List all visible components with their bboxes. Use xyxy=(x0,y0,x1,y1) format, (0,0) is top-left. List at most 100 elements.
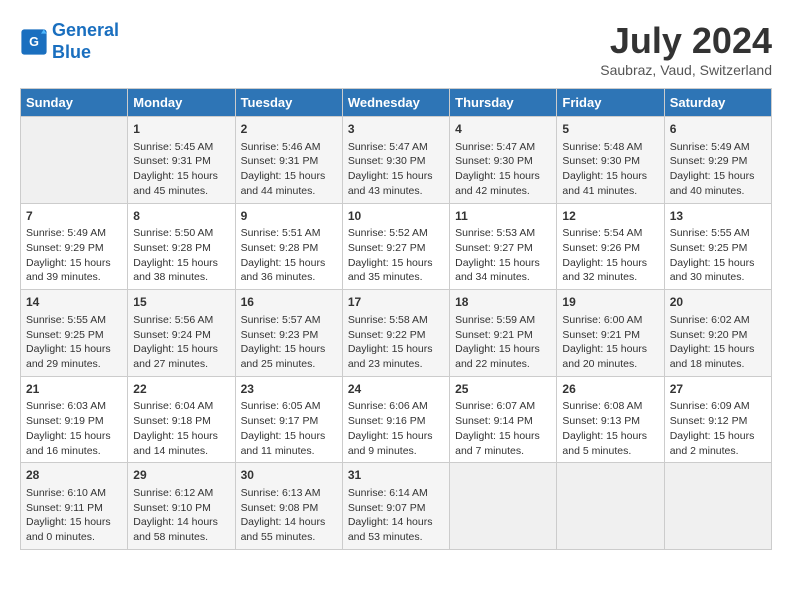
logo-icon: G xyxy=(20,28,48,56)
calendar-cell: 20 Sunrise: 6:02 AM Sunset: 9:20 PM Dayli… xyxy=(664,290,771,377)
day-info: Sunrise: 6:13 AM Sunset: 9:08 PM Dayligh… xyxy=(241,486,337,545)
day-number: 28 xyxy=(26,467,122,484)
day-info: Sunrise: 5:49 AM Sunset: 9:29 PM Dayligh… xyxy=(26,226,122,285)
day-info: Sunrise: 6:14 AM Sunset: 9:07 PM Dayligh… xyxy=(348,486,444,545)
day-info: Sunrise: 5:48 AM Sunset: 9:30 PM Dayligh… xyxy=(562,140,658,199)
logo: G General Blue xyxy=(20,20,119,63)
calendar-cell: 24Sunrise: 6:06 AM Sunset: 9:16 PM Dayli… xyxy=(342,376,449,463)
day-number: 13 xyxy=(670,208,766,225)
calendar-cell: 3 Sunrise: 5:47 AM Sunset: 9:30 PM Daylig… xyxy=(342,117,449,204)
day-info: Sunrise: 6:07 AM Sunset: 9:14 PM Dayligh… xyxy=(455,399,551,458)
calendar-cell: 30 Sunrise: 6:13 AM Sunset: 9:08 PM Dayli… xyxy=(235,463,342,550)
calendar-cell: 25Sunrise: 6:07 AM Sunset: 9:14 PM Dayli… xyxy=(450,376,557,463)
column-header-friday: Friday xyxy=(557,89,664,117)
calendar-cell: 27Sunrise: 6:09 AM Sunset: 9:12 PM Dayli… xyxy=(664,376,771,463)
column-header-saturday: Saturday xyxy=(664,89,771,117)
calendar-cell: 18 Sunrise: 5:59 AM Sunset: 9:21 PM Dayli… xyxy=(450,290,557,377)
day-info: Sunrise: 5:54 AM Sunset: 9:26 PM Dayligh… xyxy=(562,226,658,285)
day-info: Sunrise: 6:03 AM Sunset: 9:19 PM Dayligh… xyxy=(26,399,122,458)
page-header: G General Blue July 2024 Saubraz, Vaud, … xyxy=(20,20,772,78)
location-subtitle: Saubraz, Vaud, Switzerland xyxy=(600,62,772,78)
calendar-week-3: 14 Sunrise: 5:55 AM Sunset: 9:25 PM Dayli… xyxy=(21,290,772,377)
day-info: Sunrise: 5:50 AM Sunset: 9:28 PM Dayligh… xyxy=(133,226,229,285)
calendar-cell: 4Sunrise: 5:47 AM Sunset: 9:30 PM Daylig… xyxy=(450,117,557,204)
logo-line2: Blue xyxy=(52,42,91,62)
calendar-cell: 1Sunrise: 5:45 AM Sunset: 9:31 PM Daylig… xyxy=(128,117,235,204)
day-info: Sunrise: 5:57 AM Sunset: 9:23 PM Dayligh… xyxy=(241,313,337,372)
day-number: 30 xyxy=(241,467,337,484)
calendar-cell: 15 Sunrise: 5:56 AM Sunset: 9:24 PM Dayli… xyxy=(128,290,235,377)
day-number: 16 xyxy=(241,294,337,311)
day-info: Sunrise: 6:08 AM Sunset: 9:13 PM Dayligh… xyxy=(562,399,658,458)
day-number: 10 xyxy=(348,208,444,225)
day-number: 14 xyxy=(26,294,122,311)
day-info: Sunrise: 5:55 AM Sunset: 9:25 PM Dayligh… xyxy=(670,226,766,285)
calendar-cell: 19Sunrise: 6:00 AM Sunset: 9:21 PM Dayli… xyxy=(557,290,664,377)
column-header-monday: Monday xyxy=(128,89,235,117)
calendar-cell xyxy=(557,463,664,550)
column-header-sunday: Sunday xyxy=(21,89,128,117)
day-number: 15 xyxy=(133,294,229,311)
day-info: Sunrise: 6:05 AM Sunset: 9:17 PM Dayligh… xyxy=(241,399,337,458)
calendar-cell: 21Sunrise: 6:03 AM Sunset: 9:19 PM Dayli… xyxy=(21,376,128,463)
calendar-week-1: 1Sunrise: 5:45 AM Sunset: 9:31 PM Daylig… xyxy=(21,117,772,204)
calendar-cell: 9Sunrise: 5:51 AM Sunset: 9:28 PM Daylig… xyxy=(235,203,342,290)
logo-text: General Blue xyxy=(52,20,119,63)
day-number: 25 xyxy=(455,381,551,398)
day-info: Sunrise: 6:09 AM Sunset: 9:12 PM Dayligh… xyxy=(670,399,766,458)
svg-text:G: G xyxy=(29,35,39,49)
calendar-cell: 8Sunrise: 5:50 AM Sunset: 9:28 PM Daylig… xyxy=(128,203,235,290)
calendar-week-2: 7Sunrise: 5:49 AM Sunset: 9:29 PM Daylig… xyxy=(21,203,772,290)
day-number: 19 xyxy=(562,294,658,311)
day-info: Sunrise: 6:06 AM Sunset: 9:16 PM Dayligh… xyxy=(348,399,444,458)
calendar-cell: 14 Sunrise: 5:55 AM Sunset: 9:25 PM Dayli… xyxy=(21,290,128,377)
column-header-wednesday: Wednesday xyxy=(342,89,449,117)
day-number: 3 xyxy=(348,121,444,138)
calendar-cell: 23Sunrise: 6:05 AM Sunset: 9:17 PM Dayli… xyxy=(235,376,342,463)
day-number: 6 xyxy=(670,121,766,138)
title-block: July 2024 Saubraz, Vaud, Switzerland xyxy=(600,20,772,78)
day-number: 1 xyxy=(133,121,229,138)
day-info: Sunrise: 5:58 AM Sunset: 9:22 PM Dayligh… xyxy=(348,313,444,372)
day-number: 31 xyxy=(348,467,444,484)
day-info: Sunrise: 5:51 AM Sunset: 9:28 PM Dayligh… xyxy=(241,226,337,285)
day-info: Sunrise: 6:12 AM Sunset: 9:10 PM Dayligh… xyxy=(133,486,229,545)
day-info: Sunrise: 5:47 AM Sunset: 9:30 PM Dayligh… xyxy=(348,140,444,199)
calendar-cell: 7Sunrise: 5:49 AM Sunset: 9:29 PM Daylig… xyxy=(21,203,128,290)
calendar-cell: 16 Sunrise: 5:57 AM Sunset: 9:23 PM Dayli… xyxy=(235,290,342,377)
day-number: 7 xyxy=(26,208,122,225)
day-info: Sunrise: 6:10 AM Sunset: 9:11 PM Dayligh… xyxy=(26,486,122,545)
day-number: 4 xyxy=(455,121,551,138)
day-info: Sunrise: 5:53 AM Sunset: 9:27 PM Dayligh… xyxy=(455,226,551,285)
day-number: 12 xyxy=(562,208,658,225)
calendar-cell: 10Sunrise: 5:52 AM Sunset: 9:27 PM Dayli… xyxy=(342,203,449,290)
day-number: 24 xyxy=(348,381,444,398)
calendar-cell: 17Sunrise: 5:58 AM Sunset: 9:22 PM Dayli… xyxy=(342,290,449,377)
day-number: 11 xyxy=(455,208,551,225)
day-info: Sunrise: 5:56 AM Sunset: 9:24 PM Dayligh… xyxy=(133,313,229,372)
calendar-cell: 11Sunrise: 5:53 AM Sunset: 9:27 PM Dayli… xyxy=(450,203,557,290)
day-number: 2 xyxy=(241,121,337,138)
day-number: 9 xyxy=(241,208,337,225)
day-info: Sunrise: 5:46 AM Sunset: 9:31 PM Dayligh… xyxy=(241,140,337,199)
day-info: Sunrise: 5:55 AM Sunset: 9:25 PM Dayligh… xyxy=(26,313,122,372)
day-number: 20 xyxy=(670,294,766,311)
calendar-cell: 13Sunrise: 5:55 AM Sunset: 9:25 PM Dayli… xyxy=(664,203,771,290)
calendar-week-5: 28 Sunrise: 6:10 AM Sunset: 9:11 PM Dayli… xyxy=(21,463,772,550)
logo-line1: General xyxy=(52,20,119,40)
day-number: 21 xyxy=(26,381,122,398)
day-info: Sunrise: 6:02 AM Sunset: 9:20 PM Dayligh… xyxy=(670,313,766,372)
calendar-cell: 2 Sunrise: 5:46 AM Sunset: 9:31 PM Daylig… xyxy=(235,117,342,204)
calendar-header-row: SundayMondayTuesdayWednesdayThursdayFrid… xyxy=(21,89,772,117)
day-number: 18 xyxy=(455,294,551,311)
day-info: Sunrise: 5:59 AM Sunset: 9:21 PM Dayligh… xyxy=(455,313,551,372)
calendar-cell xyxy=(450,463,557,550)
column-header-tuesday: Tuesday xyxy=(235,89,342,117)
day-number: 29 xyxy=(133,467,229,484)
calendar-table: SundayMondayTuesdayWednesdayThursdayFrid… xyxy=(20,88,772,550)
calendar-cell: 26Sunrise: 6:08 AM Sunset: 9:13 PM Dayli… xyxy=(557,376,664,463)
calendar-cell: 12Sunrise: 5:54 AM Sunset: 9:26 PM Dayli… xyxy=(557,203,664,290)
day-info: Sunrise: 5:49 AM Sunset: 9:29 PM Dayligh… xyxy=(670,140,766,199)
calendar-cell: 31 Sunrise: 6:14 AM Sunset: 9:07 PM Dayli… xyxy=(342,463,449,550)
day-number: 26 xyxy=(562,381,658,398)
